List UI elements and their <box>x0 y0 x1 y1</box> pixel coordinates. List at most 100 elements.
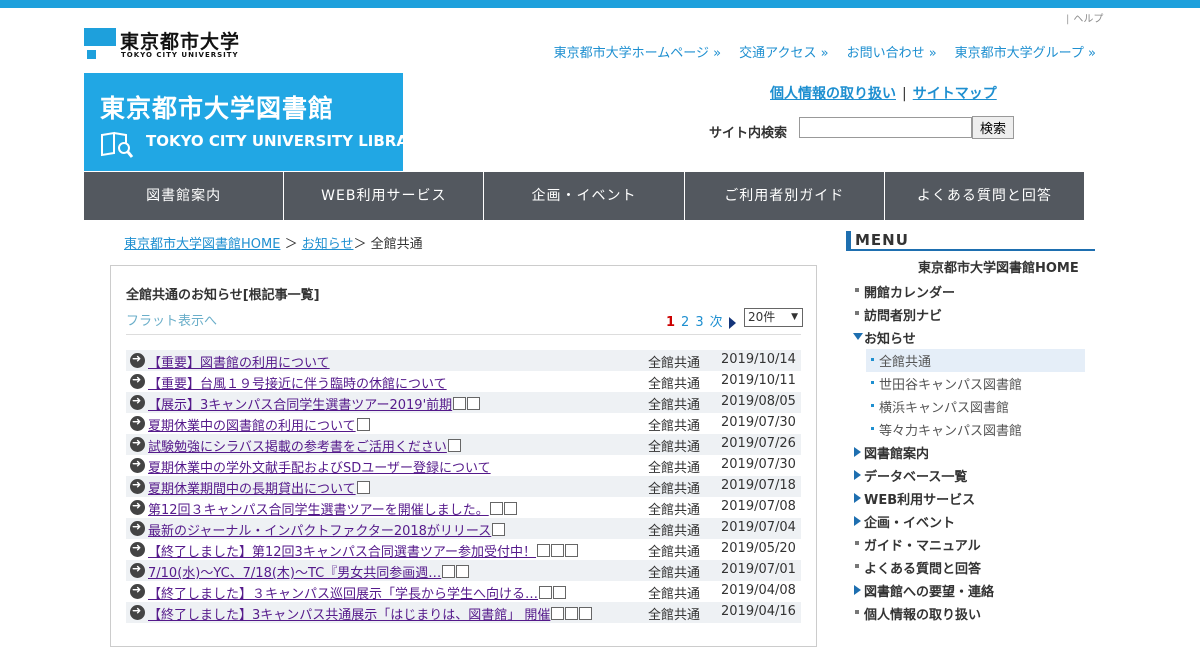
page-2[interactable]: 2 <box>681 315 689 330</box>
news-row[interactable]: 夏期休業中の学外文献手配およびSDユーザー登録について 全館共通 2019/07/3… <box>126 455 801 476</box>
news-title-link[interactable]: 【重要】図書館の利用について <box>148 352 330 371</box>
menu-item-2[interactable]: お知らせ <box>852 326 1092 349</box>
news-title-link[interactable]: 試験勉強にシラバス掲載の参考書をご活用ください <box>148 436 461 455</box>
news-title-link[interactable]: 【終了しました】３キャンパス巡回展示「学長から学生へ向ける… <box>148 583 567 602</box>
news-title-link[interactable]: 【重要】台風１９号接近に伴う臨時の休館について <box>148 373 447 392</box>
top-link-homepage[interactable]: 東京都市大学ホームページ <box>554 46 721 61</box>
page-3[interactable]: 3 <box>695 315 703 330</box>
arrow-bullet-icon <box>130 478 145 494</box>
news-row[interactable]: 最新のジャーナル・インパクトファクター2018がリリース 全館共通 2019/07/… <box>126 518 801 539</box>
top-link-access[interactable]: 交通アクセス <box>739 46 828 61</box>
news-category: 全館共通 <box>648 398 701 413</box>
breadcrumb: 東京都市大学図書館HOME ＞ お知らせ＞ 全館共通 <box>124 237 423 252</box>
flat-view-link[interactable]: フラット表示へ <box>126 310 217 329</box>
news-title-link[interactable]: 第12回３キャンパス合同学生選書ツアーを開催しました。 <box>148 499 517 518</box>
menu-item-13[interactable]: 図書館への要望・連絡 <box>852 579 1092 602</box>
news-row[interactable]: 夏期休業期間中の長期貸出について 全館共通 2019/07/18 <box>126 476 801 497</box>
sitemap-link[interactable]: サイトマップ <box>913 86 997 102</box>
news-title-link[interactable]: 夏期休業中の図書館の利用について <box>148 415 370 434</box>
breadcrumb-current: 全館共通 <box>370 237 423 252</box>
per-page-select[interactable]: 20件 <box>744 308 803 327</box>
triangle-right-icon <box>854 493 861 503</box>
attachment-icon <box>579 607 593 620</box>
news-date: 2019/05/20 <box>721 541 796 556</box>
news-row[interactable]: 夏期休業中の図書館の利用について 全館共通 2019/07/30 <box>126 413 801 434</box>
breadcrumb-home[interactable]: 東京都市大学図書館HOME <box>124 237 280 252</box>
triangle-right-icon <box>854 516 861 526</box>
news-category: 全館共通 <box>648 440 701 455</box>
menu-item-1[interactable]: 訪問者別ナビ <box>852 303 1092 326</box>
news-row[interactable]: 【重要】台風１９号接近に伴う臨時の休館について 全館共通 2019/10/11 <box>126 371 801 392</box>
news-date: 2019/10/11 <box>721 373 796 388</box>
book-search-icon <box>101 131 134 158</box>
news-title-link[interactable]: 夏期休業中の学外文献手配およびSDユーザー登録について <box>148 457 491 476</box>
nav-faq[interactable]: よくある質問と回答 <box>885 172 1084 220</box>
nav-user-guide[interactable]: ご利用者別ガイド <box>685 172 885 220</box>
menu-item-12[interactable]: よくある質問と回答 <box>852 556 1092 579</box>
help-link[interactable]: ヘルプ <box>1066 10 1103 25</box>
menu-item-7[interactable]: 図書館案内 <box>852 441 1092 464</box>
news-row[interactable]: 【終了しました】3キャンパス共通展示「はじまりは、図書館」 開催 全館共通 2019… <box>126 602 801 623</box>
menu-item-3[interactable]: 全館共通 <box>866 349 1085 372</box>
menu-item-10[interactable]: 企画・イベント <box>852 510 1092 533</box>
news-title-link[interactable]: 最新のジャーナル・インパクトファクター2018がリリース <box>148 520 506 539</box>
news-category: 全館共通 <box>648 482 701 497</box>
news-date: 2019/07/01 <box>721 562 796 577</box>
top-link-contact[interactable]: お問い合わせ <box>847 46 937 61</box>
menu-item-4[interactable]: 世田谷キャンパス図書館 <box>866 372 1092 395</box>
attachment-icon <box>356 418 370 431</box>
news-title-link[interactable]: 夏期休業期間中の長期貸出について <box>148 478 370 497</box>
news-date: 2019/04/16 <box>721 604 796 619</box>
menu-item-5[interactable]: 横浜キャンパス図書館 <box>866 395 1092 418</box>
news-row[interactable]: 試験勉強にシラバス掲載の参考書をご活用ください 全館共通 2019/07/26 <box>126 434 801 455</box>
arrow-bullet-icon <box>130 562 145 578</box>
news-date: 2019/08/05 <box>721 394 796 409</box>
news-row[interactable]: 7/10(水)～YC、7/18(木)～TC『男女共同参画週… 全館共通 2019/0… <box>126 560 801 581</box>
menu-home-link[interactable]: 東京都市大学図書館HOME <box>918 257 1079 276</box>
news-category: 全館共通 <box>648 566 701 581</box>
utility-links: 個人情報の取り扱い | サイトマップ <box>770 83 997 103</box>
news-category: 全館共通 <box>648 356 701 371</box>
news-row[interactable]: 第12回３キャンパス合同学生選書ツアーを開催しました。 全館共通 2019/07/0… <box>126 497 801 518</box>
attachment-icon <box>551 607 565 620</box>
banner-title: 東京都市大学図書館 <box>100 94 335 123</box>
library-banner[interactable]: 東京都市大学図書館 TOKYO CITY UNIVERSITY LIBRARY <box>84 73 430 171</box>
arrow-bullet-icon <box>130 499 145 515</box>
menu-item-0[interactable]: 開館カレンダー <box>852 280 1092 303</box>
next-arrow-icon[interactable] <box>728 316 736 329</box>
nav-web-services[interactable]: WEB利用サービス <box>284 172 485 220</box>
top-links: 東京都市大学ホームページ 交通アクセス お問い合わせ 東京都市大学グループ <box>536 42 1096 61</box>
news-date: 2019/07/30 <box>721 415 796 430</box>
breadcrumb-news[interactable]: お知らせ <box>302 237 354 252</box>
news-row[interactable]: 【重要】図書館の利用について 全館共通 2019/10/14 <box>126 350 801 371</box>
news-date: 2019/04/08 <box>721 583 796 598</box>
menu-item-8[interactable]: データベース一覧 <box>852 464 1092 487</box>
news-row[interactable]: 【終了しました】３キャンパス巡回展示「学長から学生へ向ける… 全館共通 2019/0… <box>126 581 801 602</box>
arrow-bullet-icon <box>130 604 145 620</box>
privacy-link[interactable]: 個人情報の取り扱い <box>770 86 896 102</box>
nav-library-info[interactable]: 図書館案内 <box>84 172 285 220</box>
menu-item-11[interactable]: ガイド・マニュアル <box>852 533 1092 556</box>
attachment-icon <box>553 586 567 599</box>
news-title-link[interactable]: 【終了しました】3キャンパス共通展示「はじまりは、図書館」 開催 <box>148 604 593 623</box>
news-title-link[interactable]: 【終了しました】第12回3キャンパス合同選書ツアー参加受付中！ <box>148 541 579 560</box>
page-1[interactable]: 1 <box>666 315 675 330</box>
top-link-group[interactable]: 東京都市大学グループ <box>955 46 1096 61</box>
next-page-link[interactable]: 次 <box>710 315 723 330</box>
page-title: 全館共通のお知らせ[根記事一覧] <box>126 288 320 303</box>
arrow-bullet-icon <box>130 436 145 452</box>
news-title-link[interactable]: 【展示】3キャンパス合同学生選書ツアー2019'前期 <box>148 394 481 413</box>
menu-item-9[interactable]: WEB利用サービス <box>852 487 1092 510</box>
banner-subtitle: TOKYO CITY UNIVERSITY LIBRARY <box>146 132 430 150</box>
news-category: 全館共通 <box>648 503 701 518</box>
nav-events[interactable]: 企画・イベント <box>484 172 685 220</box>
menu-item-14[interactable]: 個人情報の取り扱い <box>852 602 1092 625</box>
news-row[interactable]: 【終了しました】第12回3キャンパス合同選書ツアー参加受付中！ 全館共通 2019/… <box>126 539 801 560</box>
university-logo[interactable]: 東京都市大学 TOKYO CITY UNIVERSITY <box>84 28 244 62</box>
search-button[interactable]: 検索 <box>972 116 1014 139</box>
news-row[interactable]: 【展示】3キャンパス合同学生選書ツアー2019'前期 全館共通 2019/08/05 <box>126 392 801 413</box>
news-title-link[interactable]: 7/10(水)～YC、7/18(木)～TC『男女共同参画週… <box>148 562 470 581</box>
search-input[interactable] <box>799 117 972 138</box>
news-date: 2019/10/14 <box>721 352 796 367</box>
menu-item-6[interactable]: 等々力キャンパス図書館 <box>866 418 1092 441</box>
